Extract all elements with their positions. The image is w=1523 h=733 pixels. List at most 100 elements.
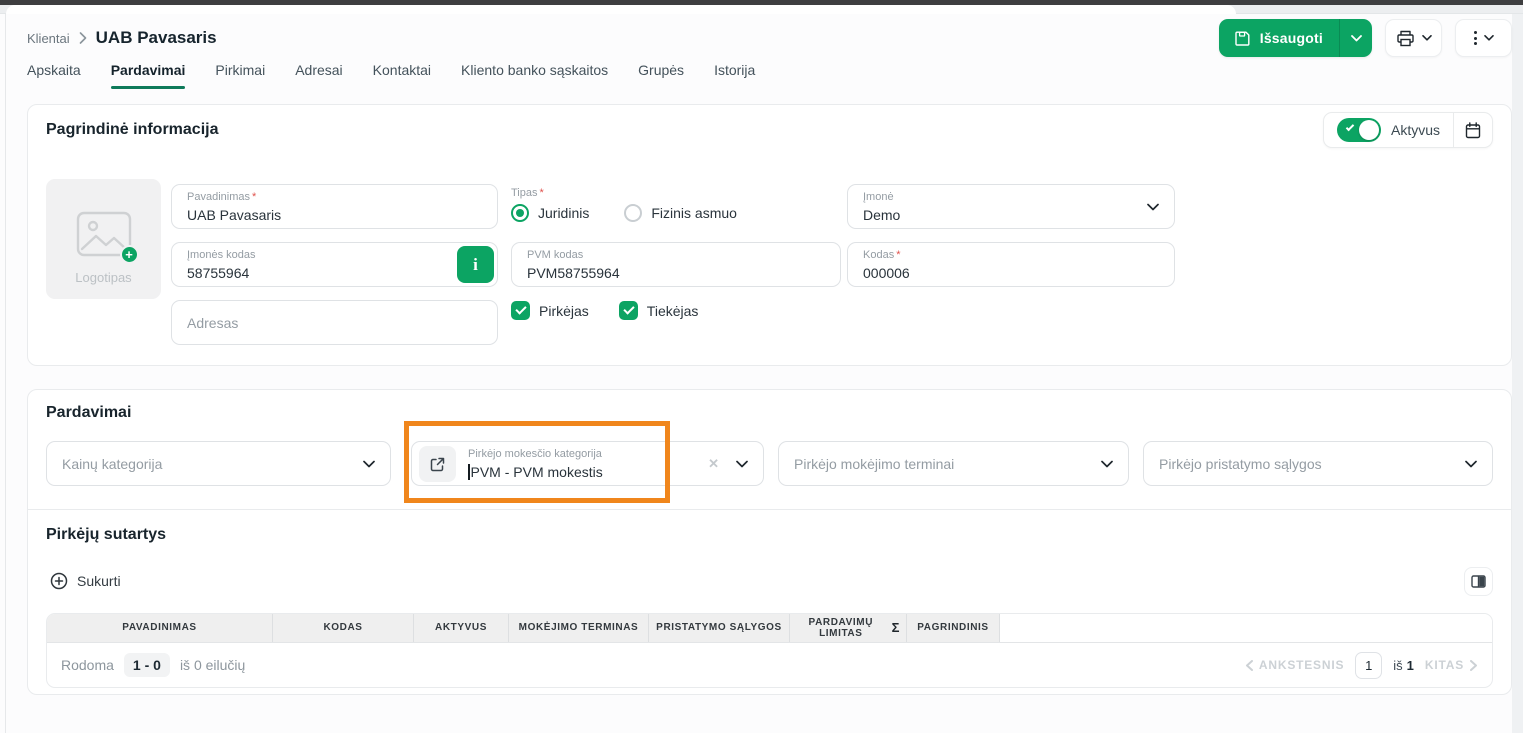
page-rounded-edge [6,5,1236,14]
showing-label: Rodoma [61,657,114,673]
page-title: UAB Pavasaris [96,28,217,48]
address-field[interactable]: Adresas [171,300,498,345]
type-group-label: Tipas [511,187,538,199]
price-category-placeholder: Kainų kategorija [62,456,162,472]
column-header-pristatymo-salygos[interactable]: PRISTATYMO SĄLYGOS [649,614,790,642]
chevron-right-icon [1470,660,1478,671]
print-button[interactable] [1385,19,1442,57]
company-code-field-label: Įmonės kodas [187,249,255,261]
left-edge-divider [5,14,6,733]
tab-adresai[interactable]: Adresai [295,62,342,89]
create-contract-button[interactable]: Sukurti [50,572,121,590]
checkbox-tiekejas-label[interactable]: Tiekėjas [647,303,699,319]
total-pages: 1 [1407,658,1414,673]
text-cursor [468,464,470,480]
section-title-sales: Pardavimai [46,404,131,422]
company-select-label: Įmonė [863,191,894,203]
buyer-payment-terms-select[interactable]: Pirkėjo mokėjimo terminai [778,441,1129,486]
name-field-value: UAB Pavasaris [187,207,281,223]
more-dropdown-chevron-icon [1484,35,1494,41]
page-top-band [0,5,1523,14]
previous-page-button[interactable]: ANKSTESNIS [1245,658,1344,672]
more-actions-button[interactable] [1455,19,1512,57]
name-field-label: Pavadinimas [187,191,250,203]
open-tax-category-button[interactable] [419,446,456,482]
required-mark: * [896,249,900,261]
sum-icon: Σ [892,621,900,636]
vat-code-field-label: PVM kodas [527,249,583,261]
buyer-delivery-terms-select[interactable]: Pirkėjo pristatymo sąlygos [1143,441,1493,486]
circle-plus-icon [50,572,68,590]
history-calendar-button[interactable] [1453,113,1492,147]
scrollbar-track[interactable] [1512,5,1523,733]
column-header-pardavimu-limitas[interactable]: PARDAVIMŲ LIMITAS Σ [790,614,907,642]
external-link-icon [430,457,445,472]
section-divider [28,509,1511,510]
calendar-icon [1465,122,1481,139]
buyer-payment-terms-placeholder: Pirkėjo mokėjimo terminai [794,456,954,472]
column-header-kodas[interactable]: KODAS [273,614,414,642]
rows-range-badge: 1 - 0 [124,653,170,677]
column-header-pavadinimas[interactable]: PAVADINIMAS [47,614,273,642]
breadcrumb-parent-link[interactable]: Klientai [27,31,70,46]
active-toggle-label: Aktyvus [1391,122,1440,138]
vat-code-field[interactable]: PVM kodas PVM58755964 [511,242,841,287]
print-dropdown-chevron-icon [1422,35,1432,41]
company-code-info-button[interactable]: i [457,246,494,283]
header-actions: Išsaugoti [1219,19,1512,57]
main-info-card: Pagrindinė informacija Aktyvus [27,104,1512,366]
chevron-left-icon [1245,660,1253,671]
vat-code-field-value: PVM58755964 [527,265,620,281]
active-toggle[interactable]: Aktyvus [1324,118,1453,142]
radio-juridinis[interactable] [511,204,529,222]
clear-selection-icon[interactable]: ✕ [708,456,719,472]
role-checkbox-group: Pirkėjas Tiekėjas [511,301,698,320]
pagination: ANKSTESNIS 1 iš 1 KITAS [1245,652,1478,679]
column-header-mokejimo-terminas[interactable]: MOKĖJIMO TERMINAS [509,614,649,642]
save-icon [1234,30,1251,47]
checkbox-tiekejas[interactable] [619,301,638,320]
checkbox-pirkejas-label[interactable]: Pirkėjas [539,303,589,319]
radio-fizinis-asmuo[interactable] [624,204,642,222]
page-of-label: iš [1393,658,1402,673]
tab-pirkimai[interactable]: Pirkimai [215,62,265,89]
company-select[interactable]: Įmonė Demo [847,184,1175,229]
app-screen: Klientai UAB Pavasaris Išsaugoti [0,0,1523,733]
buyer-tax-category-value: PVM - PVM mokestis [471,464,603,480]
radio-fizinis-asmuo-label[interactable]: Fizinis asmuo [651,205,737,221]
column-settings-button[interactable] [1464,567,1493,596]
checkbox-pirkejas[interactable] [511,301,530,320]
price-category-select[interactable]: Kainų kategorija [46,441,391,486]
buyer-tax-category-select[interactable]: Pirkėjo mokesčio kategorija PVM - PVM mo… [411,441,764,486]
company-code-field[interactable]: Įmonės kodas 58755964 i [171,242,498,287]
name-field[interactable]: Pavadinimas* UAB Pavasaris [171,184,498,229]
tab-apskaita[interactable]: Apskaita [27,62,81,89]
contracts-table-header: PAVADINIMAS KODAS AKTYVUS MOKĖJIMO TERMI… [47,614,1492,643]
company-code-field-value: 58755964 [187,265,249,281]
column-header-pagrindinis[interactable]: PAGRINDINIS [907,614,1000,642]
add-logo-plus-icon: + [120,245,139,264]
rows-summary: Rodoma 1 - 0 iš 0 eilučių [61,653,245,677]
logo-upload[interactable]: + Logotipas [46,179,161,299]
column-header-aktyvus[interactable]: AKTYVUS [414,614,509,642]
columns-icon [1471,575,1486,588]
save-button[interactable]: Išsaugoti [1219,19,1372,57]
printer-icon [1396,30,1415,47]
rows-total-label: iš 0 eilučių [180,657,245,673]
buyer-tax-category-label: Pirkėjo mokesčio kategorija [468,448,602,460]
chevron-down-icon [363,460,375,467]
logo-label: Logotipas [46,270,161,285]
previous-page-label: ANKSTESNIS [1259,658,1344,672]
code-field-value: 000006 [863,265,910,281]
next-page-button[interactable]: KITAS [1425,658,1478,672]
sales-card: Pardavimai Kainų kategorija Pirkėjo moke… [27,389,1512,695]
tab-istorija[interactable]: Istorija [714,62,755,89]
tab-pardavimai[interactable]: Pardavimai [111,62,186,89]
page-number-input[interactable]: 1 [1355,652,1382,679]
tab-kliento-banko-saskaitos[interactable]: Kliento banko sąskaitos [461,62,608,89]
code-field[interactable]: Kodas* 000006 [847,242,1175,287]
tab-kontaktai[interactable]: Kontaktai [373,62,431,89]
save-dropdown-toggle[interactable] [1339,19,1372,57]
radio-juridinis-label[interactable]: Juridinis [538,205,589,221]
tab-grupes[interactable]: Grupės [638,62,684,89]
